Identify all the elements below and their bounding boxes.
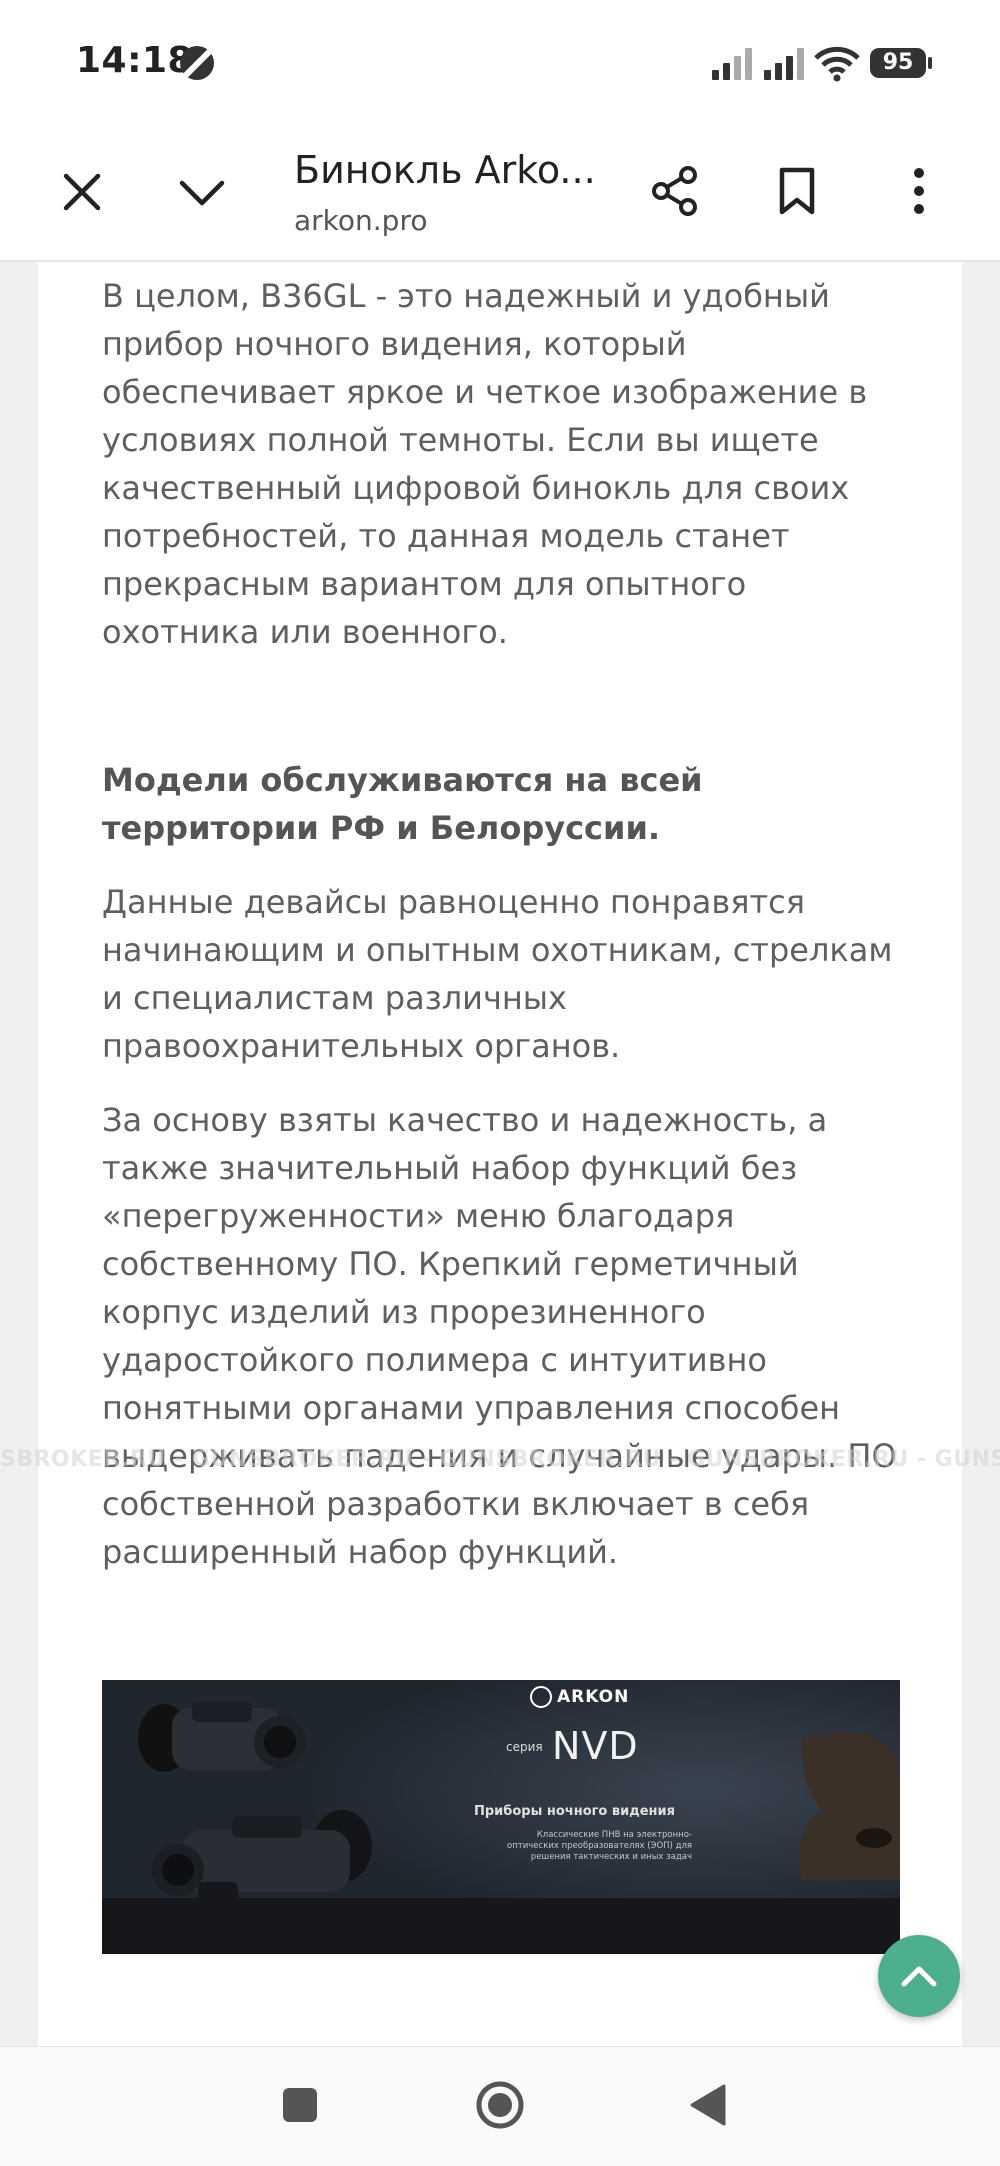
more-vert-icon[interactable] <box>888 160 950 222</box>
brand-logo: ARKON <box>530 1686 629 1708</box>
status-bar: 14:18 95 <box>0 0 1000 130</box>
wifi-icon <box>814 46 860 82</box>
article-paragraph: Данные девайсы равноценно понравятся нач… <box>102 883 893 1065</box>
square-icon[interactable] <box>272 2077 328 2133</box>
signal-icon-2 <box>764 46 810 80</box>
status-time: 14:18 <box>76 40 194 81</box>
banner-description: Классические ПНВ на электронно-оптически… <box>507 1830 692 1862</box>
article-heading: Модели обслуживаются на всей территории … <box>102 761 703 847</box>
system-navigation-bar <box>0 2046 1000 2166</box>
custom-tab-toolbar: Бинокль Arko... arkon.pro <box>0 130 1000 262</box>
article-paragraph: За основу взяты качество и надежность, а… <box>102 1101 897 1571</box>
triangle-back-icon[interactable] <box>680 2077 736 2133</box>
product-banner-image: ARKON серия NVD Приборы ночного видения … <box>102 1680 900 1954</box>
banner-subtitle: Приборы ночного видения <box>474 1804 675 1819</box>
watermark-text: SBROKER.RU - GUNSBROKER.RU - GUNSBROKER.… <box>0 1447 1000 1472</box>
banner-series-name: NVD <box>552 1724 639 1768</box>
close-icon[interactable] <box>52 162 112 222</box>
article-paragraph: В целом, B36GL - это надежный и удобный … <box>102 277 868 651</box>
page-url: arkon.pro <box>294 204 428 237</box>
signal-icon <box>712 46 758 80</box>
circle-icon[interactable] <box>472 2077 528 2133</box>
do-not-disturb-icon <box>180 46 214 80</box>
share-icon[interactable] <box>644 160 706 222</box>
scroll-to-top-button[interactable] <box>878 1935 960 2017</box>
article-card: В целом, B36GL - это надежный и удобный … <box>38 262 962 2046</box>
banner-series-label: серия <box>506 1740 543 1754</box>
chevron-down-icon[interactable] <box>172 162 232 222</box>
chevron-up-icon <box>901 1966 937 1987</box>
page-title: Бинокль Arko... <box>294 148 596 192</box>
battery-indicator: 95 <box>870 48 932 78</box>
bookmark-icon[interactable] <box>766 160 828 222</box>
